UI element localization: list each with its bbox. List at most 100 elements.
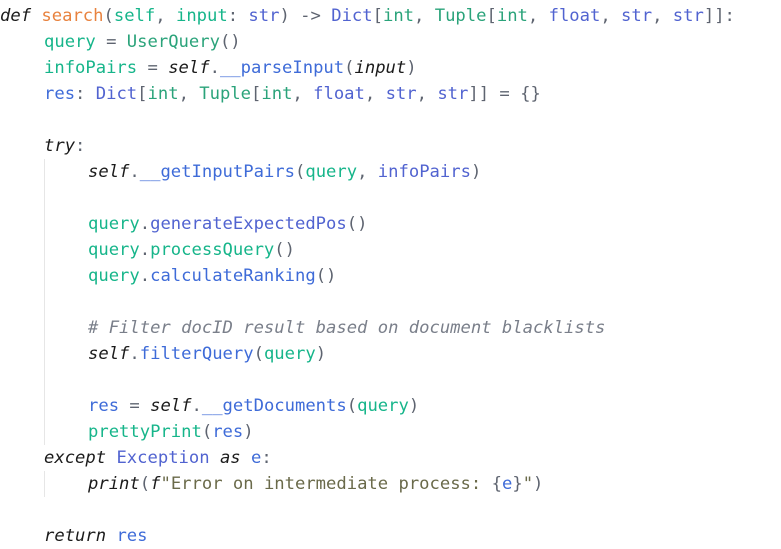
code-token-punct: [ bbox=[137, 84, 148, 104]
code-line[interactable]: # Filter docID result based on document … bbox=[88, 315, 605, 341]
code-token-punct: ( bbox=[294, 162, 306, 182]
code-token-punct: , bbox=[527, 6, 549, 26]
code-token-punct: ) bbox=[315, 344, 327, 364]
code-token-punct: () bbox=[346, 214, 368, 234]
code-token-keyword: def bbox=[0, 6, 32, 26]
code-line[interactable]: print(f"Error on intermediate process: {… bbox=[88, 471, 543, 497]
code-token-self: self bbox=[150, 396, 192, 416]
code-line[interactable]: query = UserQuery() bbox=[44, 29, 241, 55]
code-token-punct: = bbox=[137, 58, 169, 78]
code-token-keyword: as bbox=[219, 448, 241, 468]
code-token-string: "Error on intermediate process: bbox=[160, 474, 492, 494]
code-token-punct: . bbox=[139, 214, 151, 234]
code-token-type: int bbox=[147, 84, 179, 104]
code-line[interactable]: except Exception as e: bbox=[44, 445, 272, 471]
code-token-punct: ]]: bbox=[703, 6, 735, 26]
code-token-type: UserQuery bbox=[126, 32, 220, 52]
code-token-punct: . bbox=[191, 396, 202, 416]
code-token-method: __getDocuments bbox=[201, 396, 347, 416]
code-token-var: query bbox=[88, 240, 140, 260]
code-token-keyword: except bbox=[44, 448, 107, 468]
code-token-type2: str bbox=[385, 84, 417, 104]
code-token-self: f bbox=[150, 474, 161, 494]
code-token-type2: str bbox=[621, 6, 653, 26]
code-token-comment: # Filter docID result based on document … bbox=[88, 318, 606, 338]
code-token-var: query bbox=[263, 344, 316, 364]
code-token-punct: ) bbox=[533, 474, 544, 494]
code-line[interactable]: query.calculateRanking() bbox=[88, 263, 336, 289]
code-token-string: " bbox=[522, 474, 534, 494]
code-token-punct: ( bbox=[139, 474, 151, 494]
code-token-punct: ( bbox=[346, 396, 358, 416]
code-token-punct: : bbox=[75, 84, 96, 104]
code-token-punct: ( bbox=[201, 422, 213, 442]
code-line[interactable]: res: Dict[int, Tuple[int, float, str, st… bbox=[44, 81, 541, 107]
code-token-punct: , bbox=[600, 6, 622, 26]
code-token-punct: ( bbox=[103, 6, 114, 26]
code-token-punct: . bbox=[209, 58, 220, 78]
code-token-method: __parseInput bbox=[219, 58, 345, 78]
code-line[interactable]: query.generateExpectedPos() bbox=[88, 211, 367, 237]
code-token-punct: = bbox=[95, 32, 127, 52]
code-token-var2: res bbox=[88, 396, 120, 416]
code-token-type: int bbox=[261, 84, 293, 104]
code-token-self: self bbox=[88, 162, 130, 182]
code-line[interactable]: def search(self, input: str) -> Dict[int… bbox=[0, 3, 735, 29]
code-token-method: __getInputPairs bbox=[139, 162, 295, 182]
code-editor[interactable]: def search(self, input: str) -> Dict[int… bbox=[0, 0, 781, 548]
code-token-func: search bbox=[41, 6, 104, 26]
code-token-type2: float bbox=[313, 84, 365, 104]
code-token-punct: . bbox=[129, 162, 140, 182]
code-token-type2: str bbox=[437, 84, 469, 104]
code-token-type2: Dict bbox=[331, 6, 373, 26]
code-line[interactable]: try: bbox=[44, 133, 85, 159]
code-token-var: query bbox=[88, 266, 140, 286]
code-line[interactable]: self.filterQuery(query) bbox=[88, 341, 326, 367]
code-token-param: self bbox=[113, 6, 156, 26]
code-line[interactable]: return res bbox=[44, 523, 148, 549]
code-token-method: calculateRanking bbox=[150, 266, 316, 286]
code-token-punct: ) bbox=[470, 162, 482, 182]
code-line[interactable]: infoPairs = self.__parseInput(input) bbox=[44, 55, 417, 81]
code-token-type2: Exception bbox=[116, 448, 210, 468]
code-token-var2: e bbox=[501, 474, 513, 494]
code-token-punct: , bbox=[414, 6, 435, 26]
code-token-punct: : bbox=[261, 448, 272, 468]
code-token-var2: res bbox=[116, 526, 148, 546]
code-line[interactable]: res = self.__getDocuments(query) bbox=[88, 393, 419, 419]
code-token-type: int bbox=[496, 6, 528, 26]
code-token-var: processQuery bbox=[150, 240, 275, 260]
code-token-punct: : bbox=[75, 136, 86, 156]
code-token-type2: Dict bbox=[95, 84, 138, 104]
code-token-punct: , bbox=[416, 84, 438, 104]
code-line[interactable]: prettyPrint(res) bbox=[88, 419, 254, 445]
code-token-punct: , bbox=[364, 84, 386, 104]
code-token-punct: . bbox=[139, 240, 151, 260]
code-token-punct: ( bbox=[344, 58, 355, 78]
code-token-method: filterQuery bbox=[139, 344, 254, 364]
code-token-type2: float bbox=[548, 6, 601, 26]
code-token-type: Tuple bbox=[199, 84, 252, 104]
code-token-punct: } bbox=[512, 474, 523, 494]
code-token-param: input bbox=[175, 6, 228, 26]
code-token-self: input bbox=[354, 58, 407, 78]
code-token-var: query bbox=[357, 396, 409, 416]
code-line[interactable]: query.processQuery() bbox=[88, 237, 295, 263]
code-token-punct: () bbox=[274, 240, 295, 260]
code-token-punct: , bbox=[292, 84, 314, 104]
code-token-var2: e bbox=[251, 448, 262, 468]
code-token-punct: ]] = {} bbox=[468, 84, 541, 104]
code-token-punct: , bbox=[652, 6, 673, 26]
code-token-self: print bbox=[88, 474, 140, 494]
indent-guide bbox=[44, 471, 45, 497]
code-token-var: query bbox=[305, 162, 358, 182]
indent-guide bbox=[44, 159, 45, 445]
code-token-punct: [ bbox=[486, 6, 497, 26]
code-token-punct: : bbox=[227, 6, 249, 26]
code-line[interactable]: self.__getInputPairs(query, infoPairs) bbox=[88, 159, 481, 185]
code-token-punct: { bbox=[491, 474, 502, 494]
